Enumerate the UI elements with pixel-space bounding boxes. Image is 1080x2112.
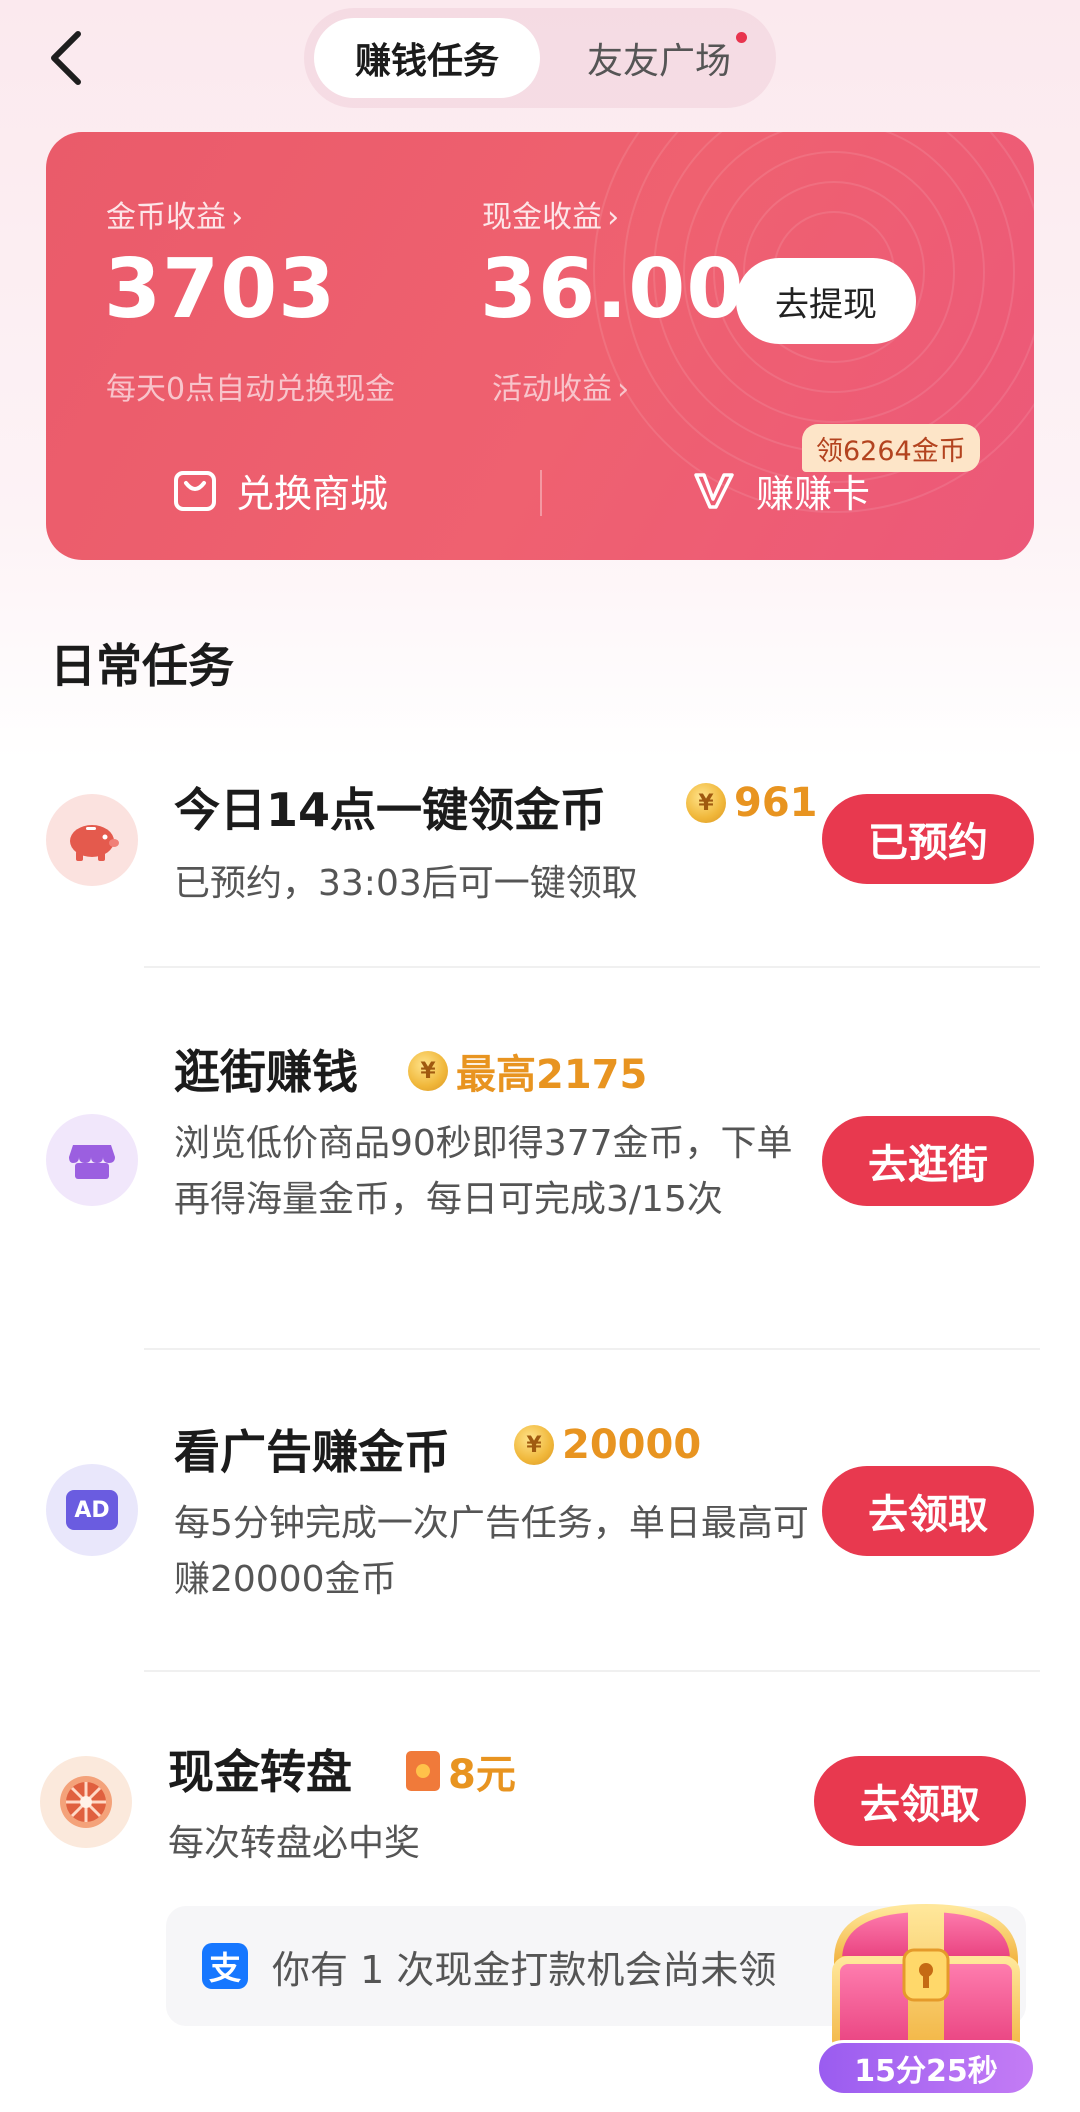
task-reward: ¥ 最高2175 xyxy=(408,1042,647,1100)
divider xyxy=(144,1670,1040,1672)
claim-button[interactable]: 去领取 xyxy=(814,1756,1026,1846)
task-description: 浏览低价商品90秒即得377金币，下单再得海量金币，每日可完成3/15次 xyxy=(174,1123,793,1220)
chevron-right-icon: › xyxy=(617,372,630,407)
go-shopping-button[interactable]: 去逛街 xyxy=(822,1116,1034,1206)
section-title: 日常任务 xyxy=(50,639,234,693)
activity-earnings-label: 活动收益 xyxy=(492,372,612,407)
task-description: 已预约，33:03后可一键领取 xyxy=(174,863,638,904)
task-description: 每5分钟完成一次广告任务，单日最高可赚20000金币 xyxy=(174,1503,809,1600)
countdown-timer: 15分25秒 xyxy=(816,2040,1036,2096)
task-title: 今日14点一键领金币 xyxy=(174,783,607,837)
coin-exchange-note: 每天0点自动兑换现金 xyxy=(106,372,396,407)
reward-value: 20000 xyxy=(562,1422,702,1468)
chevron-right-icon: › xyxy=(607,200,620,235)
alipay-icon: 支 xyxy=(202,1943,248,1989)
coin-earnings-label: 金币收益 xyxy=(106,200,226,235)
coin-icon: ¥ xyxy=(686,783,726,823)
exchange-mall-button[interactable]: 兑换商城 xyxy=(172,450,388,530)
reward-value: 最高2175 xyxy=(456,1052,648,1098)
tab-friends-square[interactable]: 友友广场 xyxy=(554,18,764,98)
shopping-bag-icon xyxy=(174,471,216,511)
divider xyxy=(144,966,1040,968)
chevron-left-icon xyxy=(51,31,81,85)
claim-button[interactable]: 去领取 xyxy=(822,1466,1034,1556)
notice-text: 你有 1 次现金打款机会尚未领 xyxy=(272,1947,777,1992)
ad-icon-text: AD xyxy=(66,1490,118,1530)
reward-value: 961 xyxy=(734,780,818,826)
chevron-right-icon: › xyxy=(231,200,244,235)
reserved-button[interactable]: 已预约 xyxy=(822,794,1034,884)
wheel-icon xyxy=(40,1756,132,1848)
task-reward: 8元 xyxy=(406,1742,516,1800)
cash-earnings-value: 36.00 xyxy=(480,242,745,337)
coin-earnings-link[interactable]: 金币收益 › xyxy=(106,192,243,236)
task-description: 每次转盘必中奖 xyxy=(168,1823,421,1864)
withdraw-button[interactable]: 去提现 xyxy=(736,258,916,344)
promo-badge: 领6264金币 xyxy=(802,424,980,472)
divider xyxy=(540,470,542,516)
task-title: 现金转盘 xyxy=(168,1745,352,1799)
coin-icon: ¥ xyxy=(408,1051,448,1091)
back-button[interactable] xyxy=(44,26,92,90)
activity-earnings-link[interactable]: 活动收益 › xyxy=(492,364,629,408)
notification-dot xyxy=(736,32,747,43)
earnings-card: 金币收益 › 3703 每天0点自动兑换现金 现金收益 › 36.00 活动收益… xyxy=(46,132,1034,560)
piggy-bank-icon xyxy=(46,794,138,886)
tab-earn-tasks[interactable]: 赚钱任务 xyxy=(314,18,540,98)
task-reward: ¥ 961 xyxy=(686,780,818,826)
cash-earnings-label: 现金收益 xyxy=(482,200,602,235)
divider xyxy=(144,1348,1040,1350)
exchange-mall-label: 兑换商城 xyxy=(236,471,389,516)
task-title: 看广告赚金币 xyxy=(174,1425,450,1479)
v-logo-icon xyxy=(694,473,734,509)
ad-icon: AD xyxy=(46,1464,138,1556)
task-reward: ¥ 20000 xyxy=(514,1422,701,1468)
tab-bar: 赚钱任务 友友广场 xyxy=(304,8,776,108)
task-title: 逛街赚钱 xyxy=(174,1045,358,1099)
coin-icon: ¥ xyxy=(514,1425,554,1465)
cash-earnings-link[interactable]: 现金收益 › xyxy=(482,192,619,236)
shop-icon xyxy=(46,1114,138,1206)
reward-value: 8元 xyxy=(448,1752,516,1798)
red-envelope-icon xyxy=(406,1751,440,1791)
coin-earnings-value: 3703 xyxy=(104,242,337,337)
